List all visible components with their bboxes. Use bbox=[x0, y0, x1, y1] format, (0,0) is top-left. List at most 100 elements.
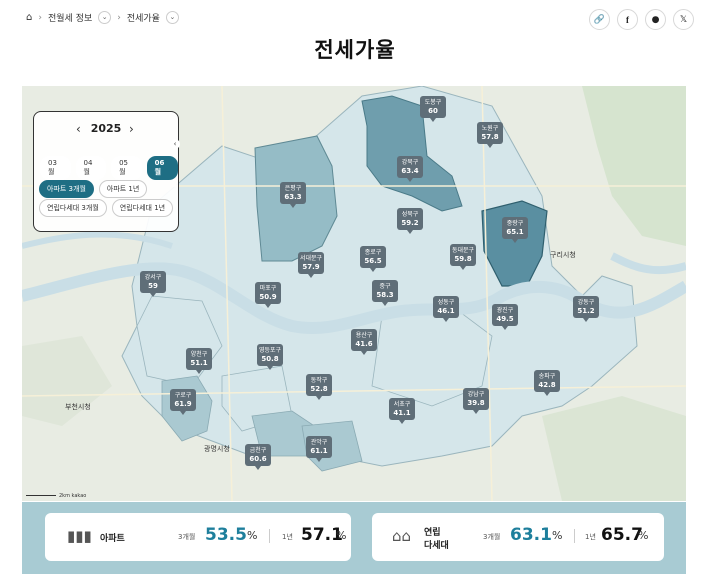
district-value: 46.1 bbox=[437, 307, 455, 315]
apartment-1y-label: 1년 bbox=[282, 533, 293, 541]
district-pin-gangnam[interactable]: 강남구 39.8 bbox=[463, 388, 489, 414]
district-pin-geumcheon[interactable]: 금천구 60.6 bbox=[245, 444, 271, 470]
type-chip-apt-1y[interactable]: 아파트 1년 bbox=[98, 180, 148, 198]
district-value: 49.5 bbox=[496, 315, 514, 323]
district-pin-songpa[interactable]: 송파구 42.8 bbox=[534, 370, 560, 396]
year-selector: ‹ 2025 › bbox=[34, 122, 178, 136]
month-chip-03[interactable]: 03월 bbox=[40, 156, 71, 180]
district-pin-seodaemun[interactable]: 서대문구 57.9 bbox=[298, 252, 324, 278]
district-name: 양천구 bbox=[190, 351, 208, 358]
district-value: 42.8 bbox=[538, 381, 556, 389]
apartment-icon: ▮▮▮ bbox=[67, 527, 92, 545]
map-label-bucheon: 부천시청 bbox=[65, 403, 91, 411]
villa-1y-label: 1년 bbox=[585, 533, 596, 541]
chevron-right-icon: › bbox=[38, 12, 42, 23]
divider bbox=[269, 529, 270, 543]
villa-label-line2: 다세대 bbox=[424, 541, 449, 551]
district-pin-mapo[interactable]: 마포구 50.9 bbox=[255, 282, 281, 308]
type-chip-apt-3m[interactable]: 아파트 3개월 bbox=[39, 180, 94, 198]
district-name: 종로구 bbox=[364, 249, 382, 256]
district-name: 금천구 bbox=[249, 447, 267, 454]
district-name: 노원구 bbox=[481, 125, 499, 132]
district-pin-gangseo[interactable]: 강서구 59 bbox=[140, 271, 166, 297]
district-name: 서대문구 bbox=[299, 255, 323, 262]
breadcrumb-level2[interactable]: 전세가율 bbox=[127, 11, 160, 24]
scale-label: 2km bbox=[59, 493, 70, 499]
district-name: 마포구 bbox=[259, 285, 277, 292]
district-value: 63.3 bbox=[284, 193, 302, 201]
district-name: 도봉구 bbox=[424, 99, 442, 106]
collapse-panel-icon[interactable]: ‹ bbox=[170, 139, 180, 149]
facebook-icon[interactable]: f bbox=[617, 9, 638, 30]
district-pin-yangcheon[interactable]: 양천구 51.1 bbox=[186, 348, 212, 374]
district-value: 65.1 bbox=[506, 228, 524, 236]
district-pin-jungnang[interactable]: 중랑구 65.1 bbox=[502, 217, 528, 243]
district-name: 은평구 bbox=[284, 185, 302, 192]
district-pin-gangdong[interactable]: 강동구 51.2 bbox=[573, 296, 599, 322]
chat-icon[interactable]: ● bbox=[645, 9, 666, 30]
district-name: 중랑구 bbox=[506, 220, 524, 227]
district-pin-guro[interactable]: 구로구 61.9 bbox=[170, 389, 196, 415]
villa-3m-value: 63.1 bbox=[510, 525, 552, 545]
villa-1y-unit: % bbox=[638, 529, 649, 542]
district-name: 관악구 bbox=[310, 439, 328, 446]
district-pin-gwanak[interactable]: 관악구 61.1 bbox=[306, 436, 332, 462]
villa-label-line1: 연립 bbox=[424, 528, 441, 538]
divider bbox=[574, 529, 575, 543]
breadcrumb: ⌂ › 전월세 정보 ⌄ › 전세가율 ⌄ bbox=[26, 11, 179, 24]
page-title: 전세가율 bbox=[314, 38, 396, 62]
district-pin-dongdaemun[interactable]: 동대문구 59.8 bbox=[450, 244, 476, 270]
month-chip-05[interactable]: 05월 bbox=[111, 156, 142, 180]
district-pin-dobong[interactable]: 도봉구 60 bbox=[420, 96, 446, 122]
district-value: 50.9 bbox=[259, 293, 277, 301]
district-name: 구로구 bbox=[174, 392, 192, 399]
district-value: 57.9 bbox=[302, 263, 320, 271]
month-chip-04[interactable]: 04월 bbox=[75, 156, 107, 180]
type-selector-row1: 아파트 3개월 아파트 1년 bbox=[39, 180, 148, 198]
district-name: 송파구 bbox=[538, 373, 556, 380]
chevron-down-icon[interactable]: ⌄ bbox=[165, 11, 179, 24]
type-chip-villa-1y[interactable]: 연립다세대 1년 bbox=[111, 199, 174, 217]
x-icon[interactable]: 𝕏 bbox=[673, 9, 694, 30]
district-pin-seocho[interactable]: 서초구 41.1 bbox=[389, 398, 415, 424]
apartment-3m-unit: % bbox=[247, 529, 258, 542]
district-pin-seongdong[interactable]: 성동구 46.1 bbox=[433, 296, 459, 322]
district-name: 중구 bbox=[379, 283, 391, 290]
district-pin-jung[interactable]: 중구 58.3 bbox=[372, 280, 398, 306]
home-icon[interactable]: ⌂ bbox=[26, 12, 32, 23]
district-name: 강남구 bbox=[467, 391, 485, 398]
type-chip-villa-3m[interactable]: 연립다세대 3개월 bbox=[39, 199, 107, 217]
district-value: 60.6 bbox=[249, 455, 267, 463]
district-name: 성동구 bbox=[437, 299, 455, 306]
month-chip-06[interactable]: 06월 bbox=[146, 156, 178, 180]
district-pin-seongbuk[interactable]: 성북구 59.2 bbox=[397, 208, 423, 234]
map-scale: 2km kakao bbox=[26, 493, 86, 499]
district-pin-nowon[interactable]: 노원구 57.8 bbox=[477, 122, 503, 148]
district-value: 39.8 bbox=[467, 399, 485, 407]
villa-icon: ⌂⌂ bbox=[392, 527, 412, 545]
district-pin-jongno[interactable]: 종로구 56.5 bbox=[360, 246, 386, 272]
district-name: 동작구 bbox=[310, 377, 328, 384]
breadcrumb-level1[interactable]: 전월세 정보 bbox=[48, 11, 92, 24]
apartment-1y-unit: % bbox=[336, 529, 347, 542]
stats-band: ▮▮▮ 아파트 3개월 53.5 % 1년 57.1 % ⌂⌂ 연립 다세대 3… bbox=[22, 502, 686, 574]
district-pin-gwangjin[interactable]: 광진구 49.5 bbox=[492, 304, 518, 330]
chevron-left-icon[interactable]: ‹ bbox=[76, 122, 81, 136]
district-pin-eunpyeong[interactable]: 은평구 63.3 bbox=[280, 182, 306, 208]
district-value: 56.5 bbox=[364, 257, 382, 265]
district-name: 용산구 bbox=[355, 332, 373, 339]
district-pin-yongsan[interactable]: 용산구 41.6 bbox=[351, 329, 377, 355]
apartment-label: 아파트 bbox=[100, 534, 125, 544]
district-pin-dongjak[interactable]: 동작구 52.8 bbox=[306, 374, 332, 400]
chevron-right-icon[interactable]: › bbox=[129, 122, 134, 136]
link-icon[interactable]: 🔗 bbox=[589, 9, 610, 30]
district-value: 50.8 bbox=[261, 355, 279, 363]
year-label: 2025 bbox=[90, 122, 122, 135]
chevron-down-icon[interactable]: ⌄ bbox=[98, 11, 112, 24]
apartment-3m-value: 53.5 bbox=[205, 525, 247, 545]
villa-1y-value: 65.7 bbox=[601, 525, 643, 545]
district-pin-yeongdeungpo[interactable]: 영등포구 50.8 bbox=[257, 344, 283, 370]
district-name: 영등포구 bbox=[258, 347, 282, 354]
apartment-stat-card: ▮▮▮ 아파트 3개월 53.5 % 1년 57.1 % bbox=[45, 513, 351, 561]
district-pin-gangbuk[interactable]: 강북구 63.4 bbox=[397, 156, 423, 182]
